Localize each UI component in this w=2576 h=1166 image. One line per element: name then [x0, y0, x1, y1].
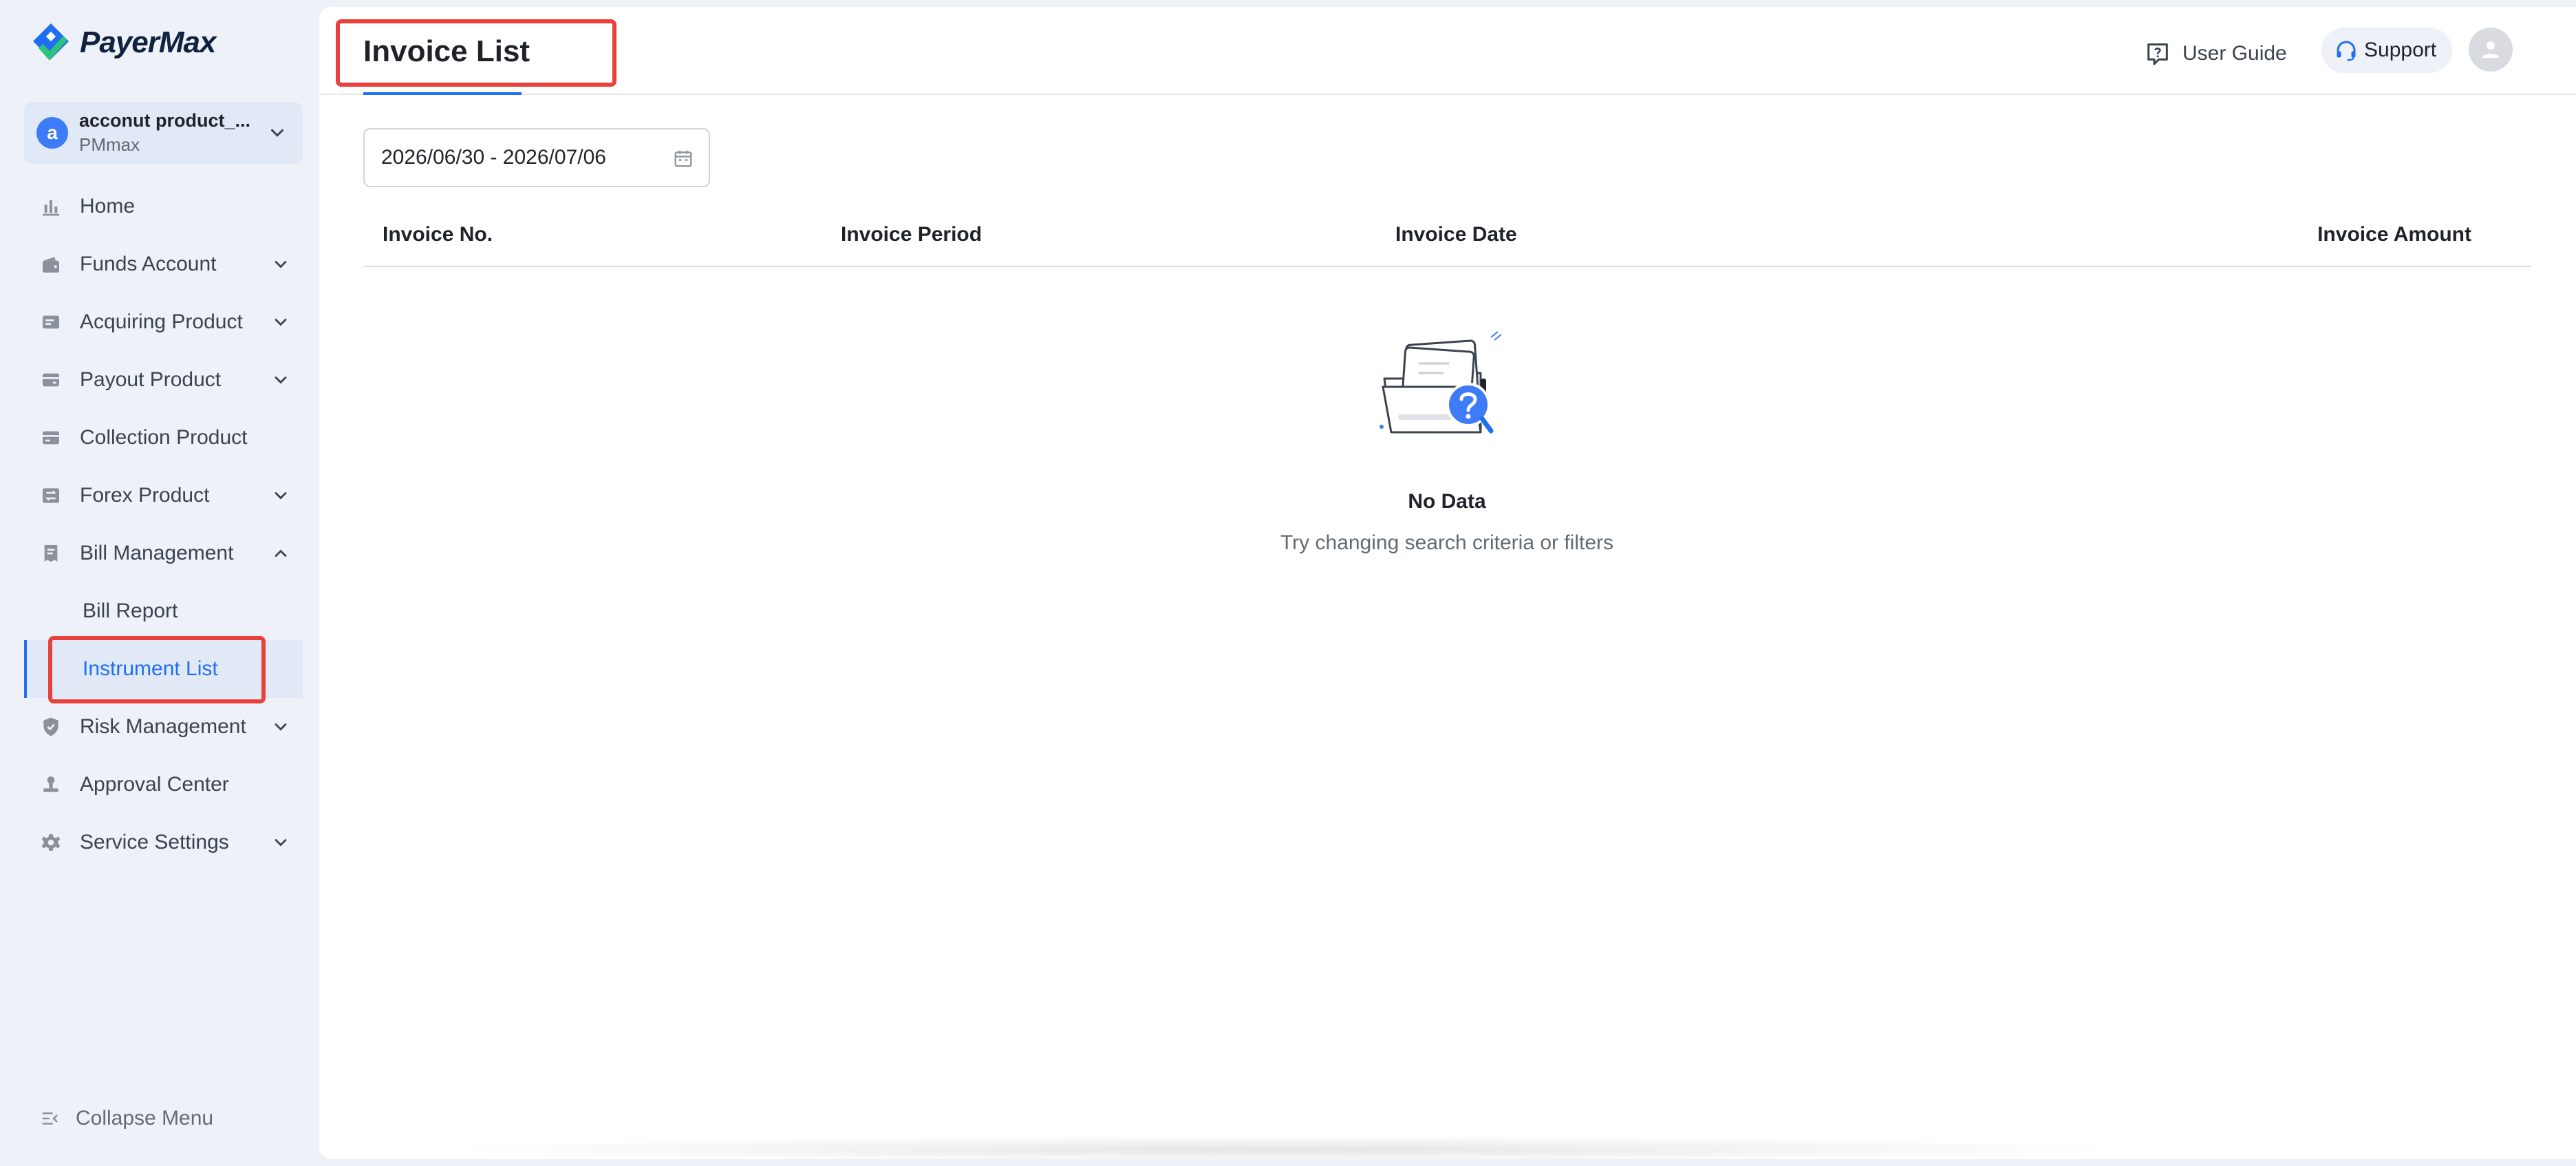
sidebar-item-label: Acquiring Product — [80, 310, 243, 333]
bill-icon — [44, 545, 58, 562]
sidebar-item-label: Service Settings — [80, 831, 229, 854]
support-label: Support — [2364, 39, 2437, 61]
help-chat-icon — [2147, 43, 2168, 65]
user-guide-label: User Guide — [2182, 42, 2287, 65]
chevron-down-icon — [275, 319, 287, 326]
account-name: acconut product_... — [79, 110, 251, 131]
column-header-invoice-no[interactable]: Invoice No. — [383, 223, 493, 246]
account-avatar: a — [36, 117, 68, 149]
date-range-picker[interactable]: 2026/06/30 - 2026/07/06 — [363, 128, 710, 187]
shield-icon — [43, 717, 58, 736]
sidebar-item-label: Risk Management — [80, 715, 246, 738]
brand-name: PayerMax — [80, 25, 216, 59]
sidebar-item-acquiring-product[interactable]: Acquiring Product — [0, 293, 319, 351]
sidebar-item-instrument-list[interactable]: Instrument List — [24, 640, 303, 698]
sidebar-item-label: Bill Management — [80, 542, 234, 564]
account-sub: PMmax — [79, 134, 140, 155]
sidebar-item-service-settings[interactable]: Service Settings — [0, 814, 319, 871]
approval-stamp-icon — [43, 776, 58, 792]
sidebar: PayerMax a acconut product_... PMmax Hom… — [0, 0, 319, 1166]
sidebar-item-label: Home — [80, 195, 136, 218]
chevron-down-icon — [271, 129, 283, 137]
account-switcher[interactable]: a acconut product_... PMmax — [24, 102, 303, 164]
page-title: Invoice List — [363, 34, 530, 68]
bottom-shadow — [422, 1136, 2143, 1159]
sidebar-item-label: Payout Product — [80, 368, 222, 391]
sidebar-item-label: Funds Account — [80, 253, 217, 275]
top-bar: Invoice List User Guide Support — [319, 7, 2576, 95]
sidebar-item-risk-management[interactable]: Risk Management — [0, 698, 319, 756]
sidebar-nav: Home Funds Account Acquiring Product Pay… — [0, 178, 319, 871]
exchange-icon — [43, 488, 59, 503]
chevron-down-icon — [275, 261, 287, 268]
sidebar-item-payout-product[interactable]: Payout Product — [0, 351, 319, 409]
support-button[interactable]: Support — [2321, 28, 2452, 73]
user-guide-button[interactable]: User Guide — [2144, 34, 2287, 73]
empty-state-subtitle: Try changing search criteria or filters — [1280, 531, 1614, 554]
collapse-menu-label: Collapse Menu — [76, 1107, 214, 1130]
chevron-down-icon — [275, 492, 287, 500]
wallet-icon — [43, 257, 59, 273]
gear-icon — [41, 834, 61, 851]
chevron-up-icon — [275, 549, 287, 557]
main-panel: Invoice List User Guide Support 2026/06/… — [319, 7, 2576, 1159]
user-icon — [2482, 41, 2499, 58]
user-avatar[interactable] — [2469, 28, 2513, 72]
sidebar-item-forex-product[interactable]: Forex Product — [0, 467, 319, 524]
sidebar-item-label: Bill Report — [83, 600, 178, 622]
sidebar-item-label: Forex Product — [80, 484, 210, 507]
chevron-down-icon — [275, 839, 287, 847]
table-header: Invoice No. Invoice Period Invoice Date … — [363, 206, 2531, 267]
collapse-menu-button[interactable]: Collapse Menu — [40, 1107, 213, 1130]
sidebar-item-home[interactable]: Home — [0, 178, 319, 235]
sidebar-item-collection-product[interactable]: Collection Product — [0, 409, 319, 467]
app-root: PayerMax a acconut product_... PMmax Hom… — [0, 0, 2576, 1166]
sidebar-item-bill-report[interactable]: Bill Report — [0, 582, 319, 640]
invoice-table: Invoice No. Invoice Period Invoice Date … — [363, 206, 2531, 554]
chevron-down-icon — [275, 377, 287, 384]
column-header-invoice-amount[interactable]: Invoice Amount — [2317, 223, 2471, 246]
sidebar-item-funds-account[interactable]: Funds Account — [0, 235, 319, 293]
empty-folder-search-icon — [1380, 331, 1502, 434]
sidebar-item-label: Collection Product — [80, 426, 248, 449]
calendar-icon — [674, 150, 692, 167]
card-icon — [43, 315, 59, 329]
headset-icon — [2337, 41, 2356, 61]
payout-icon — [43, 373, 59, 387]
column-header-invoice-date[interactable]: Invoice Date — [1395, 223, 1517, 246]
sidebar-item-label: Instrument List — [83, 657, 218, 680]
date-range-value: 2026/06/30 - 2026/07/06 — [381, 146, 606, 169]
logo[interactable]: PayerMax — [29, 21, 216, 65]
collection-icon — [43, 431, 59, 445]
title-tab-indicator — [363, 92, 522, 95]
payermax-logo-icon — [33, 23, 69, 61]
sidebar-item-approval-center[interactable]: Approval Center — [0, 756, 319, 814]
sidebar-item-bill-management[interactable]: Bill Management — [0, 524, 319, 582]
bar-chart-icon — [43, 200, 59, 216]
empty-state-title: No Data — [1408, 490, 1486, 513]
column-header-invoice-period[interactable]: Invoice Period — [841, 223, 982, 246]
collapse-menu-icon — [42, 1112, 58, 1125]
chevron-down-icon — [275, 723, 287, 731]
sidebar-item-label: Approval Center — [80, 773, 229, 796]
